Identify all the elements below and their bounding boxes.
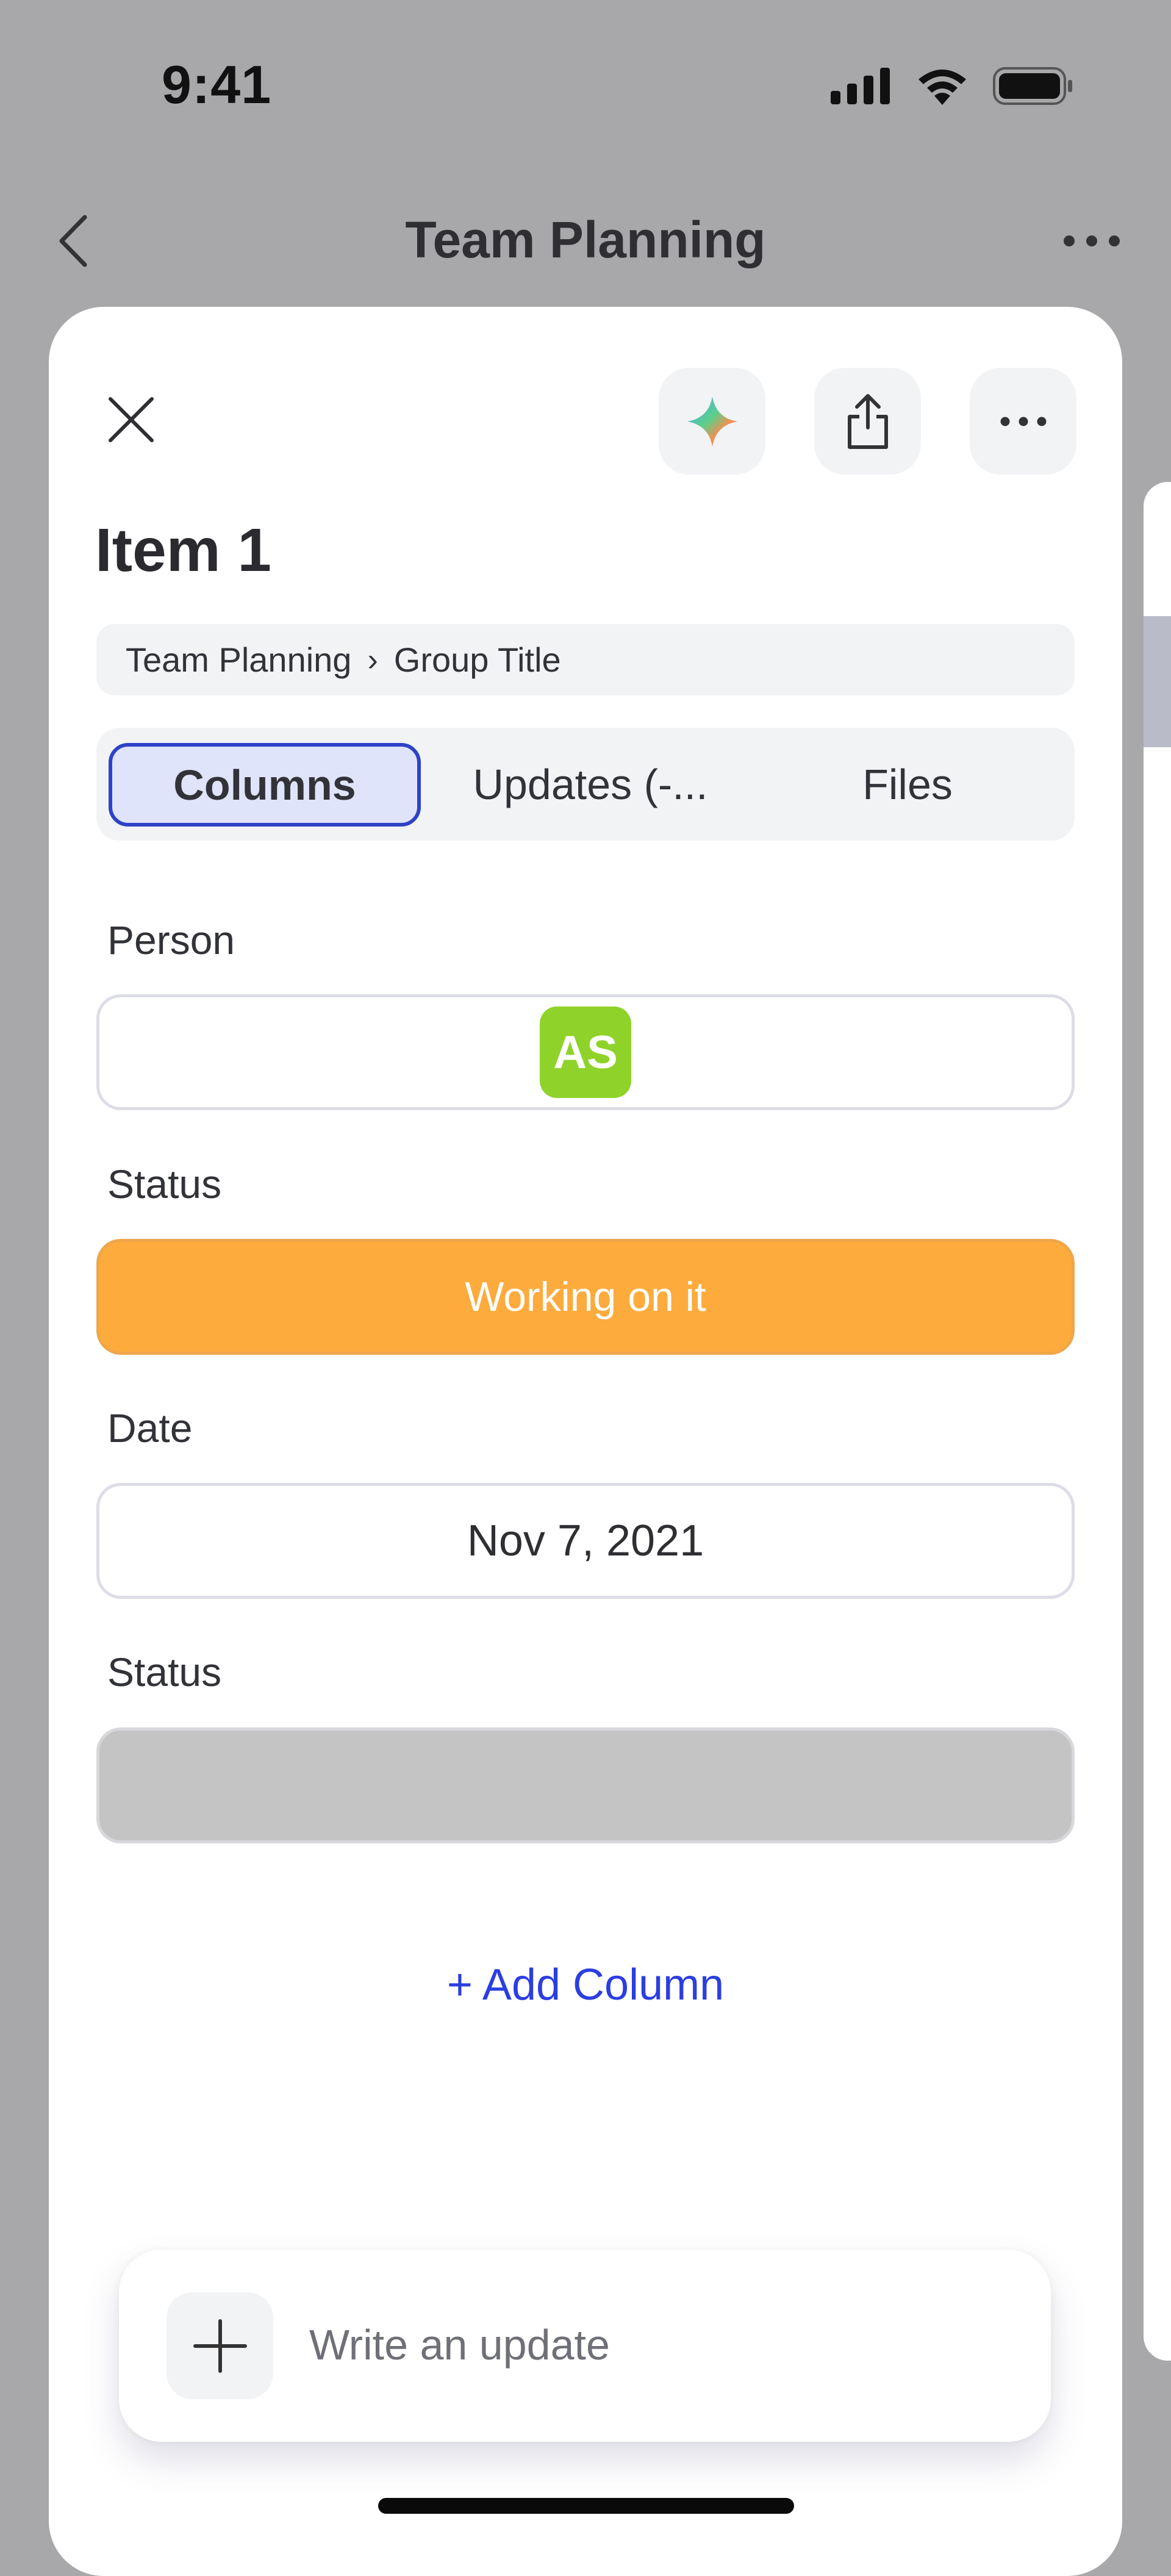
plus-icon xyxy=(193,2319,247,2373)
close-button[interactable] xyxy=(91,380,171,459)
status-field[interactable]: Working on it xyxy=(96,1239,1075,1355)
cellular-signal-icon xyxy=(831,68,890,104)
tab-files[interactable]: Files xyxy=(755,728,1060,841)
board-more-button[interactable] xyxy=(1055,213,1128,268)
status-bar: 9:41 xyxy=(0,0,1171,159)
background-stripe xyxy=(1144,616,1171,747)
item-more-button[interactable] xyxy=(970,368,1076,475)
status-label: Status xyxy=(107,1161,222,1207)
update-input[interactable] xyxy=(308,2308,1012,2382)
sparkle-icon xyxy=(687,396,737,447)
breadcrumb: Team Planning › Group Title xyxy=(96,624,1075,695)
date-field[interactable]: Nov 7, 2021 xyxy=(96,1483,1075,1599)
more-horizontal-icon xyxy=(1000,417,1046,426)
chevron-right-icon: › xyxy=(367,642,378,678)
home-indicator xyxy=(378,2498,794,2514)
share-button[interactable] xyxy=(814,368,921,475)
tab-columns[interactable]: Columns xyxy=(109,743,421,827)
breadcrumb-board[interactable]: Team Planning xyxy=(126,640,351,680)
battery-icon xyxy=(993,67,1072,105)
share-icon xyxy=(847,393,888,449)
update-composer xyxy=(119,2250,1051,2442)
add-column-button[interactable]: + Add Column xyxy=(49,1960,1122,2010)
status-2-field[interactable] xyxy=(96,1727,1075,1843)
status-2-label: Status xyxy=(107,1649,222,1695)
date-label: Date xyxy=(107,1405,193,1451)
status-time: 9:41 xyxy=(162,54,272,115)
more-horizontal-icon xyxy=(1064,235,1120,246)
nav-title: Team Planning xyxy=(405,211,766,268)
close-icon xyxy=(109,397,154,442)
ai-assistant-button[interactable] xyxy=(659,368,765,475)
tab-bar: Columns Updates (-... Files xyxy=(96,728,1075,841)
person-field[interactable]: AS xyxy=(96,994,1075,1110)
tab-updates[interactable]: Updates (-... xyxy=(438,728,743,841)
item-title[interactable]: Item 1 xyxy=(95,515,271,586)
person-label: Person xyxy=(107,917,235,963)
breadcrumb-group[interactable]: Group Title xyxy=(394,640,561,680)
system-icons xyxy=(831,67,1073,105)
add-attachment-button[interactable] xyxy=(167,2292,273,2399)
wifi-icon xyxy=(919,70,966,105)
item-sheet: Item 1 Team Planning › Group Title Colum… xyxy=(49,307,1122,2576)
avatar[interactable]: AS xyxy=(540,1006,631,1098)
background-card xyxy=(1144,482,1171,2361)
